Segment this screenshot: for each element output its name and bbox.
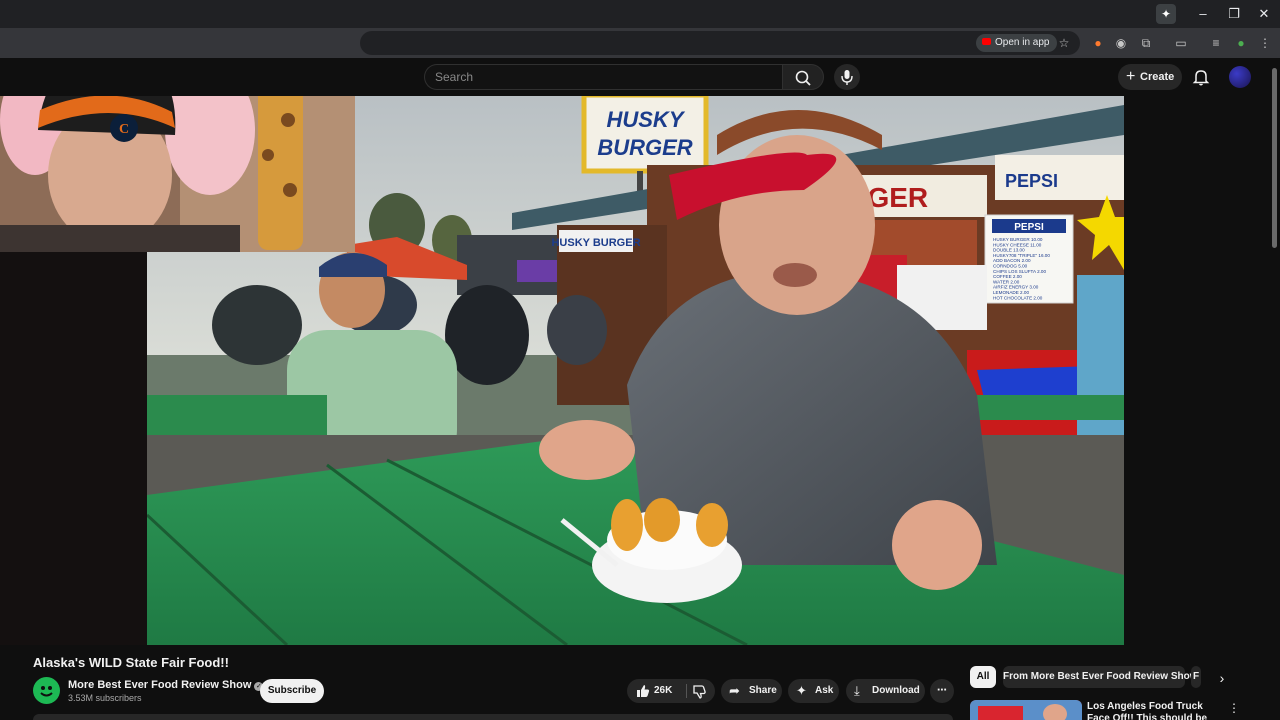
chip-partial[interactable]: F: [1191, 666, 1201, 688]
sparkle-icon: ✦: [796, 683, 807, 698]
restore-icon[interactable]: ❐: [1219, 4, 1249, 24]
search-icon: [795, 70, 811, 86]
subscribe-button[interactable]: Subscribe: [260, 679, 324, 703]
like-button[interactable]: [635, 679, 651, 713]
menu-board-line: ADD BACON 2.00: [993, 258, 1031, 263]
puzzle-icon[interactable]: ⧉: [1138, 35, 1154, 51]
chevron-right-icon[interactable]: ›: [1212, 668, 1232, 688]
like-count: 26K: [654, 685, 673, 696]
youtube-icon: [982, 38, 991, 45]
search-button[interactable]: [782, 64, 824, 90]
create-label: Create: [1140, 71, 1175, 83]
close-icon[interactable]: ✕: [1249, 4, 1279, 24]
chip-all[interactable]: All: [970, 666, 996, 688]
husky-burger-sign-line1: HUSKY: [606, 107, 685, 132]
voice-search-button[interactable]: [834, 64, 860, 90]
channel-name-text[interactable]: More Best Ever Food Review Show: [68, 679, 251, 691]
thumbs-up-icon: [637, 685, 650, 697]
download-button[interactable]: ⤓ Download: [846, 679, 925, 703]
open-in-app-button[interactable]: Open in app: [976, 34, 1057, 52]
spark-icon[interactable]: ◉: [1113, 35, 1129, 51]
recommendation-thumbnail[interactable]: [970, 700, 1082, 720]
download-icon: ⤓: [854, 683, 860, 698]
black-panel: [0, 252, 147, 645]
subscriber-count: 3.53M subscribers: [68, 693, 142, 703]
share-label: Share: [749, 685, 777, 696]
video-title: Alaska's WILD State Fair Food!!: [33, 655, 229, 670]
husky-burger-small-sign: HUSKY BURGER: [551, 237, 640, 249]
search-box: [424, 64, 782, 90]
kebab-icon[interactable]: ⋮: [1228, 701, 1240, 715]
kebab-icon[interactable]: ⋮: [1257, 35, 1273, 51]
share-button[interactable]: ➦ Share: [721, 679, 782, 703]
smiley-icon: [40, 686, 53, 697]
open-in-app-label: Open in app: [995, 37, 1050, 48]
sparkle-icon[interactable]: ✦: [1156, 4, 1176, 24]
menu-board-line: AIRFIZ ENERGY 3.00: [993, 285, 1039, 290]
youtube-masthead: + Create: [0, 58, 1280, 96]
channel-avatar[interactable]: [33, 677, 60, 704]
description-box[interactable]: [33, 714, 953, 720]
menu-board-line: HUSKY BURGER 10.00: [993, 237, 1043, 242]
star-icon[interactable]: ☆: [1056, 35, 1072, 51]
svg-text:PEPSI: PEPSI: [1014, 222, 1044, 233]
profile-icon[interactable]: ●: [1233, 35, 1249, 51]
dislike-button[interactable]: [691, 679, 707, 713]
more-actions-button[interactable]: ⋯: [930, 679, 954, 703]
menu-board-line: CHIPS LOS SLUFTA 2.00: [993, 269, 1046, 274]
menu-board-line: HUSKY708 "TRIPLE" 16.00: [993, 253, 1050, 258]
pepsi-banner: PEPSI: [1005, 171, 1058, 191]
svg-text:C: C: [119, 122, 129, 137]
page-scrollbar[interactable]: [1270, 60, 1278, 720]
menu-board-line: LEMONADE 2.00: [993, 290, 1029, 295]
recommendation-title[interactable]: Los Angeles Food Truck Face Off!! This s…: [1087, 701, 1217, 720]
minimize-icon[interactable]: –: [1188, 4, 1218, 24]
create-button[interactable]: + Create: [1118, 64, 1182, 90]
husky-burger-sign-line2: BURGER: [597, 135, 692, 160]
ask-button[interactable]: ✦ Ask: [788, 679, 839, 703]
menu-board-line: DOUBLE 13.00: [993, 248, 1025, 253]
fire-icon[interactable]: ●: [1090, 35, 1106, 51]
browser-toolbar: Open in app ☆ ● ◉ ⧉ ▭ ≡ ● ⋮: [0, 28, 1280, 58]
menu-board-line: CORNDOG 5.00: [993, 264, 1028, 269]
bell-icon[interactable]: [1192, 68, 1210, 86]
divider: [686, 684, 687, 698]
menu-board-line: HOT CHOCOLATE 2.00: [993, 295, 1043, 300]
microphone-icon: [841, 70, 853, 85]
search-input[interactable]: [425, 65, 782, 89]
chip-from-channel[interactable]: From More Best Ever Food Review Show: [1003, 666, 1197, 688]
thumbs-down-icon: [693, 685, 706, 699]
share-icon: ➦: [729, 683, 740, 698]
ask-label: Ask: [815, 685, 834, 696]
plus-icon: +: [1126, 68, 1136, 85]
more-horizontal-icon: ⋯: [937, 685, 947, 696]
browser-titlebar: ✦ – ❐ ✕: [0, 0, 1280, 28]
address-bar[interactable]: [360, 31, 1080, 55]
screen: HUSKY BURGER HUSKY BURGER URGER PEPSI PE…: [0, 0, 1280, 720]
like-dislike-group: 26K: [627, 679, 715, 703]
cast-icon[interactable]: ▭: [1173, 35, 1189, 51]
menu-board-line: HUSKY CHEESE 11.00: [993, 242, 1042, 247]
menu-board-line: WATER 2.00: [993, 279, 1020, 284]
channel-name[interactable]: More Best Ever Food Review Show ✓: [68, 679, 264, 691]
account-avatar[interactable]: [1229, 66, 1251, 88]
media-icon[interactable]: ≡: [1208, 35, 1224, 51]
menu-board-line: COFFEE 2.00: [993, 274, 1022, 279]
download-label: Download: [872, 685, 920, 696]
scrollbar-thumb[interactable]: [1272, 68, 1277, 248]
